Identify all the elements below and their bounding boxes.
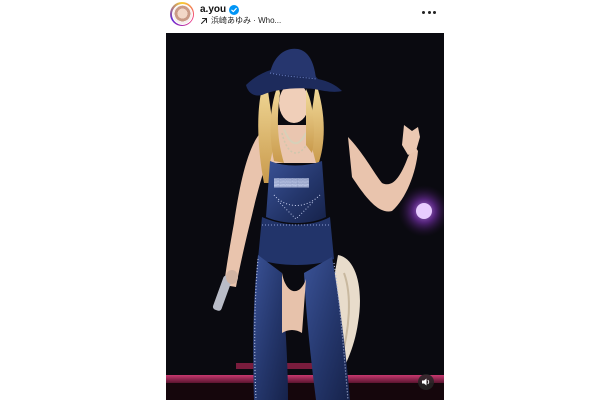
audio-track-label: 浜崎あゆみ · Who... [211,16,282,25]
performer-photo: ▓▓▓▓▓▓ [166,33,444,400]
avatar-image [171,3,193,25]
svg-text:▓▓▓▓▓▓: ▓▓▓▓▓▓ [274,178,309,188]
post-media[interactable]: ▓▓▓▓▓▓ [166,33,444,400]
arrow-up-right-icon [201,18,207,24]
mute-button[interactable] [418,374,434,390]
more-dot [433,10,436,14]
audio-row[interactable]: 浜崎あゆみ · Who... [200,16,281,26]
more-options-button[interactable] [422,7,436,17]
avatar[interactable] [170,2,194,26]
speaker-icon [422,378,430,386]
post-header: a.you 浜崎あゆみ · Who... [166,0,444,32]
more-dot [427,10,431,14]
username[interactable]: a.you [200,4,226,16]
more-dot [422,10,425,14]
username-row: a.you [200,4,240,16]
verified-badge-icon [229,5,240,15]
